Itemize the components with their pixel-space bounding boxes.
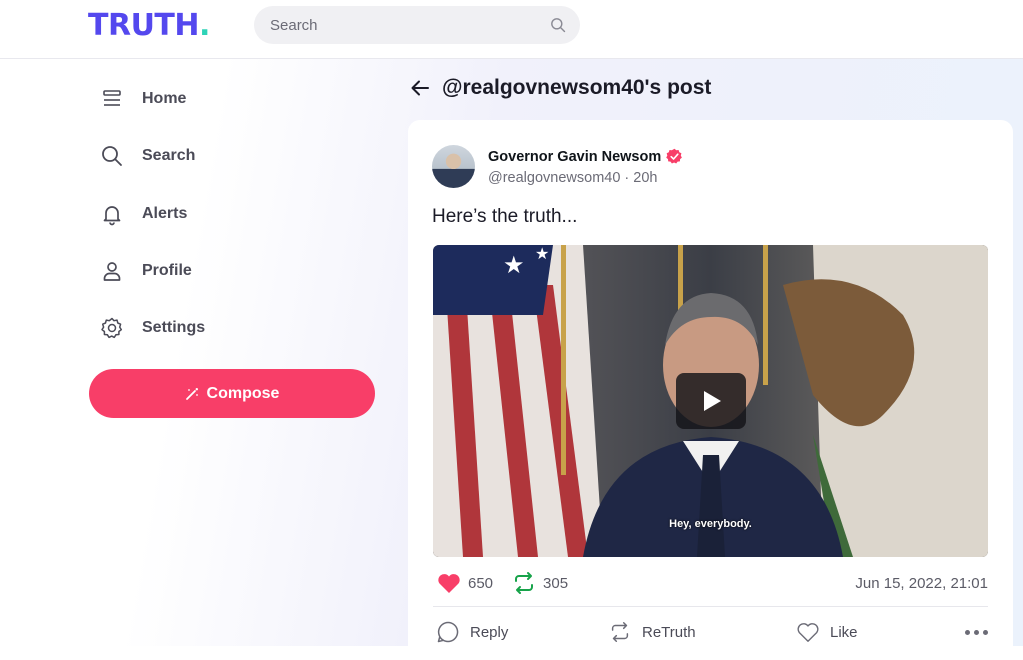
post-author: Governor Gavin Newsom @realgovnewsom40 ·… xyxy=(488,148,683,186)
sidebar-item-search[interactable]: Search xyxy=(100,142,205,170)
compose-label: Compose xyxy=(206,384,280,402)
retruth-icon[interactable] xyxy=(511,570,537,596)
logo-text: TRUTH xyxy=(88,8,200,43)
sidebar-item-alerts[interactable]: Alerts xyxy=(100,200,205,228)
play-icon xyxy=(704,391,721,411)
reply-label: Reply xyxy=(470,623,509,641)
bell-icon xyxy=(103,205,121,225)
heart-icon xyxy=(797,623,819,642)
verified-badge-icon xyxy=(666,148,683,164)
post-actions: Reply ReTruth Like xyxy=(436,620,988,646)
sidebar-nav: Home Search Alerts Profile Settings xyxy=(100,85,205,371)
svg-text:★: ★ xyxy=(503,252,525,279)
author-name[interactable]: Governor Gavin Newsom xyxy=(488,149,661,165)
video-caption: Hey, everybody. xyxy=(669,518,752,530)
compose-button[interactable]: Compose xyxy=(89,369,375,418)
post-stats: 650 305 Jun 15, 2022, 21:01 xyxy=(436,570,988,596)
retruth-icon xyxy=(611,622,629,642)
gear-icon xyxy=(101,317,123,339)
more-options-button[interactable] xyxy=(965,630,988,635)
search-icon xyxy=(102,146,122,167)
user-icon xyxy=(103,262,121,281)
search-icon[interactable] xyxy=(550,17,566,33)
retruth-label: ReTruth xyxy=(642,623,696,641)
sidebar-item-settings[interactable]: Settings xyxy=(100,314,205,342)
sidebar-item-home[interactable]: Home xyxy=(100,85,205,113)
post-card: Governor Gavin Newsom @realgovnewsom40 ·… xyxy=(408,120,1013,660)
reply-button[interactable]: Reply xyxy=(436,620,508,644)
search-input[interactable] xyxy=(268,15,550,35)
logo-dot: . xyxy=(199,8,210,43)
avatar[interactable] xyxy=(432,145,475,188)
video-player[interactable]: ★ ★ Hey, everybody. xyxy=(433,245,988,557)
pencil-icon xyxy=(185,387,198,400)
sidebar-item-label: Home xyxy=(142,90,187,107)
top-bar: TRUTH. xyxy=(0,0,1023,59)
post-header: @realgovnewsom40's post xyxy=(410,76,711,100)
sidebar-item-label: Alerts xyxy=(142,204,188,222)
sidebar-item-label: Search xyxy=(142,147,196,165)
svg-text:★: ★ xyxy=(535,246,549,263)
back-arrow-icon[interactable] xyxy=(410,78,430,98)
like-count[interactable]: 650 xyxy=(468,575,493,592)
more-dot xyxy=(965,630,970,635)
divider xyxy=(433,606,988,607)
like-label: Like xyxy=(830,623,858,641)
post-date: Jun 15, 2022, 21:01 xyxy=(855,574,988,592)
author-handle: @realgovnewsom40 · 20h xyxy=(488,170,658,186)
reply-icon xyxy=(437,621,459,643)
search-bar[interactable] xyxy=(254,6,580,44)
play-button[interactable] xyxy=(676,373,746,429)
home-icon xyxy=(103,90,121,106)
page-title: @realgovnewsom40's post xyxy=(442,76,712,99)
sidebar-item-label: Settings xyxy=(142,319,206,337)
sidebar-item-profile[interactable]: Profile xyxy=(100,257,205,285)
sidebar-item-label: Profile xyxy=(142,261,192,279)
retruth-count[interactable]: 305 xyxy=(543,575,568,592)
heart-filled-icon[interactable] xyxy=(436,570,462,596)
like-button[interactable]: Like xyxy=(796,620,858,644)
more-dot xyxy=(983,630,988,635)
truth-logo[interactable]: TRUTH. xyxy=(88,8,210,43)
more-dot xyxy=(974,630,979,635)
post-text: Here’s the truth... xyxy=(432,206,578,227)
retruth-button[interactable]: ReTruth xyxy=(608,620,696,644)
author-name-row[interactable]: Governor Gavin Newsom xyxy=(488,148,683,165)
